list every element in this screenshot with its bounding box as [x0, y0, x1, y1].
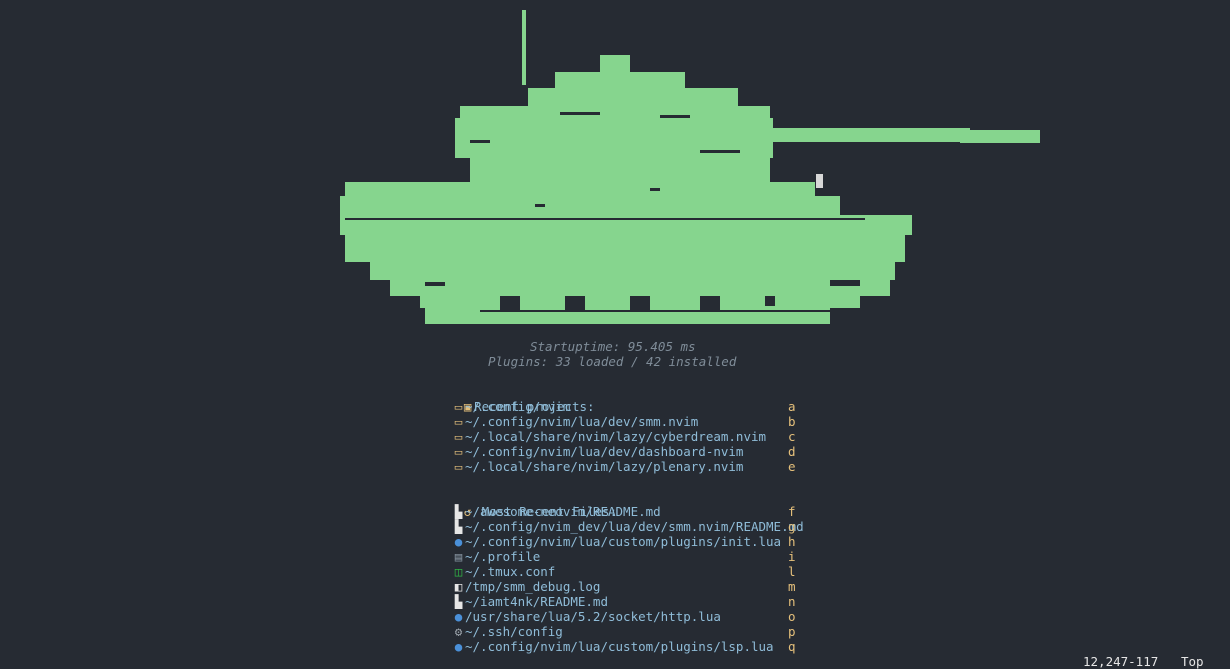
tmux-icon: ◫: [454, 564, 463, 579]
file-shortcut-key[interactable]: h: [788, 534, 796, 549]
file-icon: ▤: [454, 549, 463, 564]
file-item[interactable]: ●/usr/share/lua/5.2/socket/http.lua: [452, 609, 721, 624]
file-shortcut-key[interactable]: l: [788, 564, 796, 579]
file-path: ~/awesome-neovim/README.md: [465, 504, 661, 519]
project-path: ~/.config/nvim/lua/dev/smm.nvim: [465, 414, 699, 429]
lua-icon: ●: [454, 609, 463, 624]
recent-projects-header: ▣ Recent projects:: [431, 384, 595, 414]
file-item[interactable]: ● ~/.config/nvim/lua/custom/plugins/init.…: [452, 534, 781, 549]
project-path: ~/.local/share/nvim/lazy/plenary.nvim: [465, 459, 744, 474]
file-item[interactable]: ◫ ~/.tmux.conf: [452, 564, 556, 579]
project-path: ~/.config/nvim: [465, 399, 571, 414]
file-shortcut-key[interactable]: i: [788, 549, 796, 564]
cursor-position: 12,247-117: [1083, 654, 1159, 669]
markdown-icon: ▙: [454, 594, 463, 609]
file-item[interactable]: ⚙ ~/.ssh/config: [452, 624, 563, 639]
project-item[interactable]: ▭ ~/.config/nvim/lua/dev/smm.nvim: [452, 414, 699, 429]
project-shortcut-key[interactable]: d: [788, 444, 796, 459]
project-shortcut-key[interactable]: a: [788, 399, 796, 414]
project-path: ~/.config/nvim/lua/dev/dashboard-nvim: [465, 444, 744, 459]
file-shortcut-key[interactable]: g: [788, 519, 796, 534]
file-path: ~/.config/nvim_dev/lua/dev/smm.nvim/READ…: [465, 519, 804, 534]
file-shortcut-key[interactable]: p: [788, 624, 796, 639]
project-shortcut-key[interactable]: e: [788, 459, 796, 474]
tank-ascii-art-logo: [340, 10, 1040, 324]
file-path: ~/.profile: [465, 549, 541, 564]
gear-icon: ⚙: [454, 624, 463, 639]
project-icon: ▭: [454, 429, 463, 444]
project-path: ~/.local/share/nvim/lazy/cyberdream.nvim: [465, 429, 767, 444]
file-item[interactable]: ▤ ~/.profile: [452, 549, 541, 564]
statusline: 12,247-117 Top: [0, 654, 1230, 669]
project-icon: ▭: [454, 444, 463, 459]
lua-icon: ●: [454, 639, 463, 654]
file-path: /tmp/smm_debug.log: [465, 579, 601, 594]
file-item[interactable]: ▙ ~/awesome-neovim/README.md: [452, 504, 661, 519]
project-item[interactable]: ▭ ~/.local/share/nvim/lazy/plenary.nvim: [452, 459, 744, 474]
plugins-label: Plugins: 33 loaded / 42 installed: [488, 354, 737, 369]
file-shortcut-key[interactable]: f: [788, 504, 796, 519]
file-shortcut-key[interactable]: n: [788, 594, 796, 609]
file-path: /usr/share/lua/5.2/socket/http.lua: [465, 609, 721, 624]
file-shortcut-key[interactable]: q: [788, 639, 796, 654]
project-item[interactable]: ▭ ~/.local/share/nvim/lazy/cyberdream.nvi…: [452, 429, 766, 444]
file-path: ~/.config/nvim/lua/custom/plugins/lsp.lu…: [465, 639, 774, 654]
project-item[interactable]: ▭ ~/.config/nvim/lua/dev/dashboard-nvim: [452, 444, 744, 459]
dashboard: Startuptime: 95.405 ms Plugins: 33 loade…: [0, 0, 1230, 669]
project-icon: ▭: [454, 399, 463, 414]
file-item[interactable]: ▙ ~/.config/nvim_dev/lua/dev/smm.nvim/REA…: [452, 519, 804, 534]
file-item[interactable]: ● ~/.config/nvim/lua/custom/plugins/lsp.l…: [452, 639, 774, 654]
project-shortcut-key[interactable]: b: [788, 414, 796, 429]
file-path: ~/.tmux.conf: [465, 564, 556, 579]
file-path: ~/.config/nvim/lua/custom/plugins/init.l…: [465, 534, 782, 549]
markdown-icon: ▙: [454, 519, 463, 534]
project-item[interactable]: ▭ ~/.config/nvim: [452, 399, 571, 414]
lua-icon: ●: [454, 534, 463, 549]
file-path: ~/.ssh/config: [465, 624, 563, 639]
markdown-icon: ▙: [454, 504, 463, 519]
file-shortcut-key[interactable]: o: [788, 609, 796, 624]
log-icon: ◧: [454, 579, 463, 594]
file-shortcut-key[interactable]: m: [788, 579, 796, 594]
recent-files-header: ↺ Most Recent Files:: [431, 489, 617, 519]
startuptime-label: Startuptime: 95.405 ms: [530, 339, 696, 354]
file-item[interactable]: ▙ ~/iamt4nk/README.md: [452, 594, 608, 609]
file-path: ~/iamt4nk/README.md: [465, 594, 608, 609]
project-icon: ▭: [454, 459, 463, 474]
project-shortcut-key[interactable]: c: [788, 429, 796, 444]
project-icon: ▭: [454, 414, 463, 429]
scroll-position: Top: [1181, 654, 1204, 669]
file-item[interactable]: ◧/tmp/smm_debug.log: [452, 579, 601, 594]
